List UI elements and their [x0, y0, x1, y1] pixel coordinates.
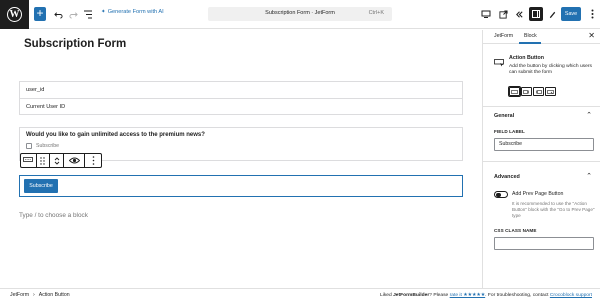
- divider: [483, 161, 600, 162]
- command-shortcut: Ctrl+K: [368, 10, 384, 16]
- css-class-input[interactable]: [494, 237, 594, 250]
- support-link[interactable]: Crocoblock support: [550, 293, 592, 298]
- style-variation-4[interactable]: [545, 87, 556, 96]
- block-card-title: Action Button: [509, 55, 545, 61]
- visibility-eye-icon[interactable]: [64, 154, 86, 167]
- rate-link[interactable]: rate it ★★★★★: [450, 293, 486, 298]
- css-class-caption: CSS CLASS NAME: [494, 228, 537, 233]
- active-tab-indicator: [519, 42, 541, 44]
- breadcrumb-item-form[interactable]: JetForm: [10, 292, 29, 298]
- footer-note: Liked JetFormBuilder? Please rate it ★★★…: [380, 292, 592, 298]
- hidden-field-name[interactable]: user_id: [20, 82, 462, 98]
- block-style-variations: [509, 87, 556, 96]
- note-mid: ? Please: [429, 293, 450, 298]
- field-label-input[interactable]: Subscribe: [494, 138, 594, 151]
- prev-page-help-text: It is recommended to use the "Action But…: [512, 201, 595, 219]
- note-prefix: Liked: [380, 293, 394, 298]
- action-button-block[interactable]: Subscribe: [19, 175, 463, 197]
- chevron-up-icon[interactable]: ⌃: [586, 111, 592, 119]
- page-title[interactable]: Subscription Form: [24, 38, 126, 50]
- editor-canvas[interactable]: Subscription Form user_id Current User I…: [0, 30, 482, 288]
- document-overview-icon[interactable]: [82, 8, 94, 20]
- breadcrumb: JetForm › Action Button: [10, 292, 70, 298]
- style-variation-1[interactable]: [509, 87, 520, 96]
- action-button-icon: [494, 54, 504, 67]
- generate-form-ai-button[interactable]: ✦ Generate Form with AI: [101, 9, 164, 15]
- top-toolbar: W + ✦ Generate Form with AI Subscription…: [0, 0, 600, 29]
- hidden-fields-block[interactable]: user_id Current User ID: [19, 81, 463, 115]
- settings-sidebar: JetForm Block ✕ Action Button Add the bu…: [482, 30, 600, 288]
- wordpress-logo[interactable]: W: [0, 0, 29, 29]
- breadcrumb-item-block[interactable]: Action Button: [39, 292, 70, 298]
- prev-page-toggle-label: Add Prev Page Button: [512, 191, 564, 197]
- field-label-caption: FIELD LABEL: [494, 129, 525, 134]
- wordpress-icon: W: [7, 7, 22, 22]
- toggle-knob: [496, 192, 501, 197]
- document-bar[interactable]: Subscription Form · JetForm Ctrl+K: [208, 7, 392, 21]
- undo-icon[interactable]: [52, 8, 64, 20]
- question-label: Would you like to gain unlimited access …: [26, 132, 205, 138]
- view-post-icon[interactable]: [497, 8, 509, 20]
- status-footer: JetForm › Action Button Liked JetFormBui…: [0, 288, 600, 301]
- divider: [483, 106, 600, 107]
- options-menu-icon[interactable]: [586, 8, 598, 20]
- prev-page-toggle[interactable]: [494, 191, 508, 198]
- close-icon[interactable]: ✕: [588, 31, 595, 40]
- subscribe-button[interactable]: Subscribe: [24, 179, 58, 193]
- move-up-down-icon[interactable]: [50, 154, 64, 167]
- breadcrumb-separator-icon: ›: [33, 292, 35, 298]
- tab-block[interactable]: Block: [524, 33, 537, 39]
- block-toolbar: [20, 153, 102, 168]
- preview-desktop-icon[interactable]: [480, 8, 492, 20]
- checkbox-option-label: Subscribe: [36, 143, 60, 149]
- document-title: Subscription Form · JetForm: [265, 10, 335, 16]
- editor-app: W + ✦ Generate Form with AI Subscription…: [0, 0, 600, 301]
- redo-icon[interactable]: [67, 8, 79, 20]
- style-variation-2[interactable]: [521, 87, 532, 96]
- block-type-icon[interactable]: [21, 154, 37, 167]
- hidden-field-value[interactable]: Current User ID: [20, 98, 462, 114]
- collapse-chevrons-icon[interactable]: [513, 8, 525, 20]
- styles-brush-icon[interactable]: [546, 8, 558, 20]
- settings-sidebar-toggle[interactable]: [529, 7, 543, 21]
- add-block-button[interactable]: +: [34, 7, 46, 21]
- block-card-description: Add the button by clicking which users c…: [509, 64, 592, 76]
- sparkle-icon: ✦: [101, 9, 106, 15]
- block-options-icon[interactable]: [85, 154, 101, 167]
- generate-form-label: Generate Form with AI: [107, 9, 164, 15]
- note-brand: JetFormBuilder: [393, 293, 430, 298]
- style-variation-3[interactable]: [533, 87, 544, 96]
- checkbox-icon[interactable]: [26, 143, 32, 149]
- advanced-panel-heading[interactable]: Advanced: [494, 174, 520, 180]
- note-trouble: . For troubleshooting, contact: [485, 293, 550, 298]
- chevron-up-icon[interactable]: ⌃: [586, 172, 592, 180]
- checkbox-option[interactable]: Subscribe: [26, 143, 59, 149]
- save-button[interactable]: Save: [561, 7, 581, 21]
- tab-jetform[interactable]: JetForm: [494, 33, 513, 39]
- block-appender[interactable]: Type / to choose a block: [19, 212, 88, 219]
- sidebar-tabs: JetForm Block ✕: [483, 30, 600, 44]
- general-panel-heading[interactable]: General: [494, 113, 514, 119]
- drag-handle-icon[interactable]: [37, 154, 51, 167]
